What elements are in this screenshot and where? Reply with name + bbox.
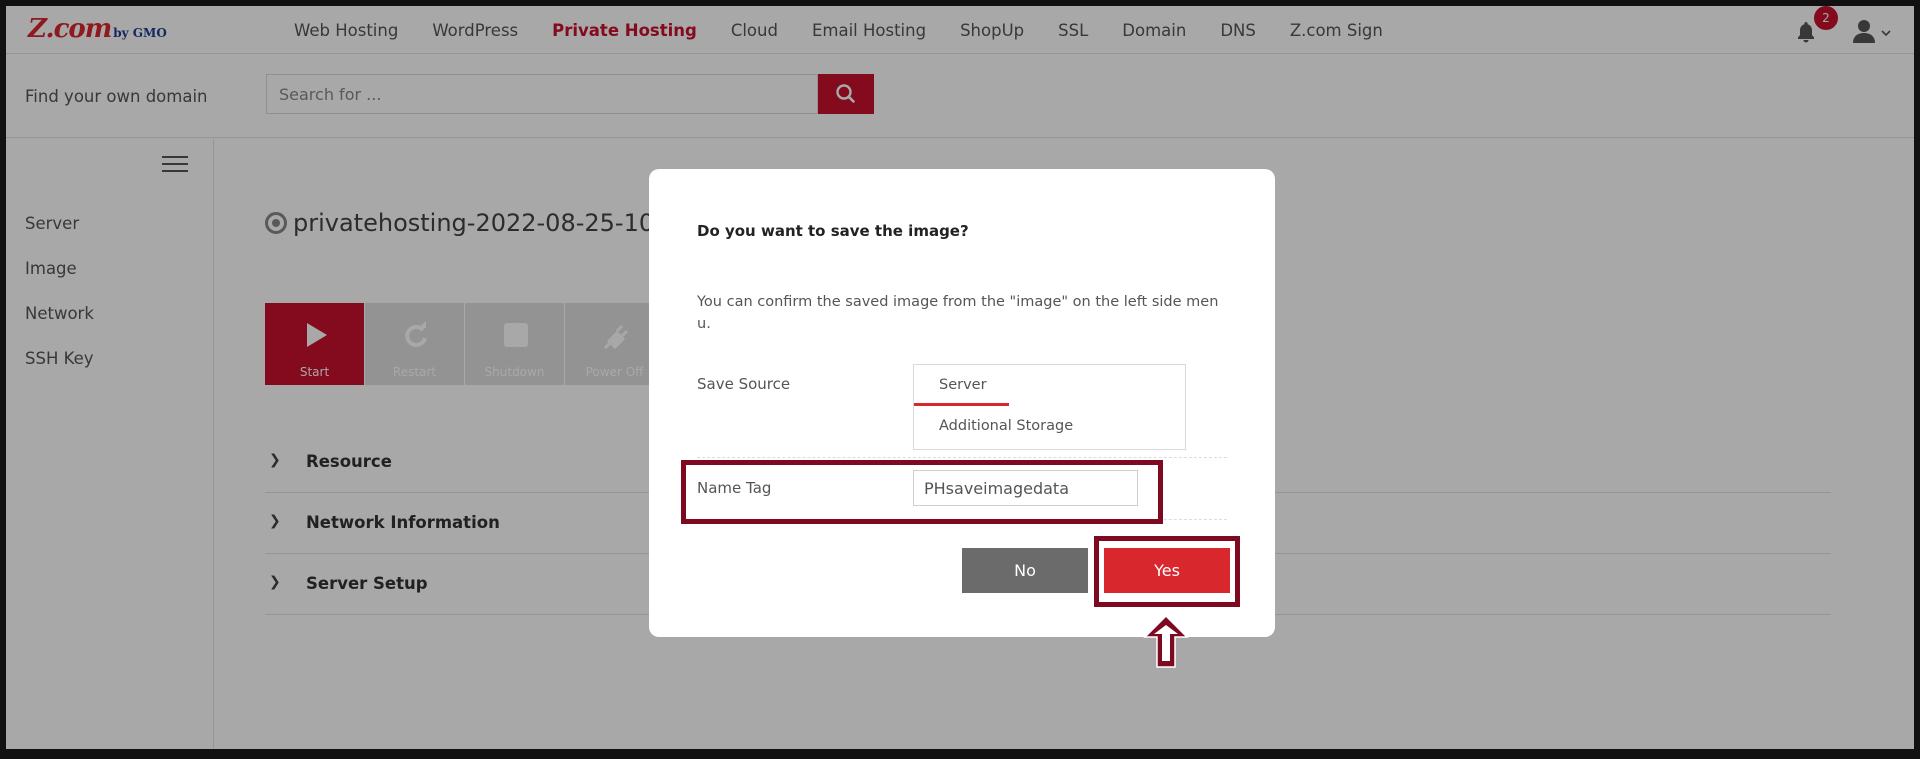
source-option-server[interactable]: Server — [939, 377, 987, 393]
selected-underline — [914, 403, 1009, 406]
source-option-additional-storage[interactable]: Additional Storage — [939, 418, 1073, 434]
name-tag-highlight-box — [681, 460, 1163, 524]
arrow-up-icon — [1143, 614, 1189, 668]
divider — [697, 457, 1227, 458]
save-source-selector: Server Additional Storage — [913, 364, 1186, 450]
save-source-label: Save Source — [697, 375, 791, 393]
dialog-description: You can confirm the saved image from the… — [697, 294, 1219, 332]
yes-button-highlight-box — [1094, 536, 1240, 607]
no-button[interactable]: No — [962, 548, 1088, 593]
app-window: Z.com by GMO Web Hosting WordPress Privat… — [6, 6, 1914, 749]
dialog-title: Do you want to save the image? — [697, 222, 969, 240]
